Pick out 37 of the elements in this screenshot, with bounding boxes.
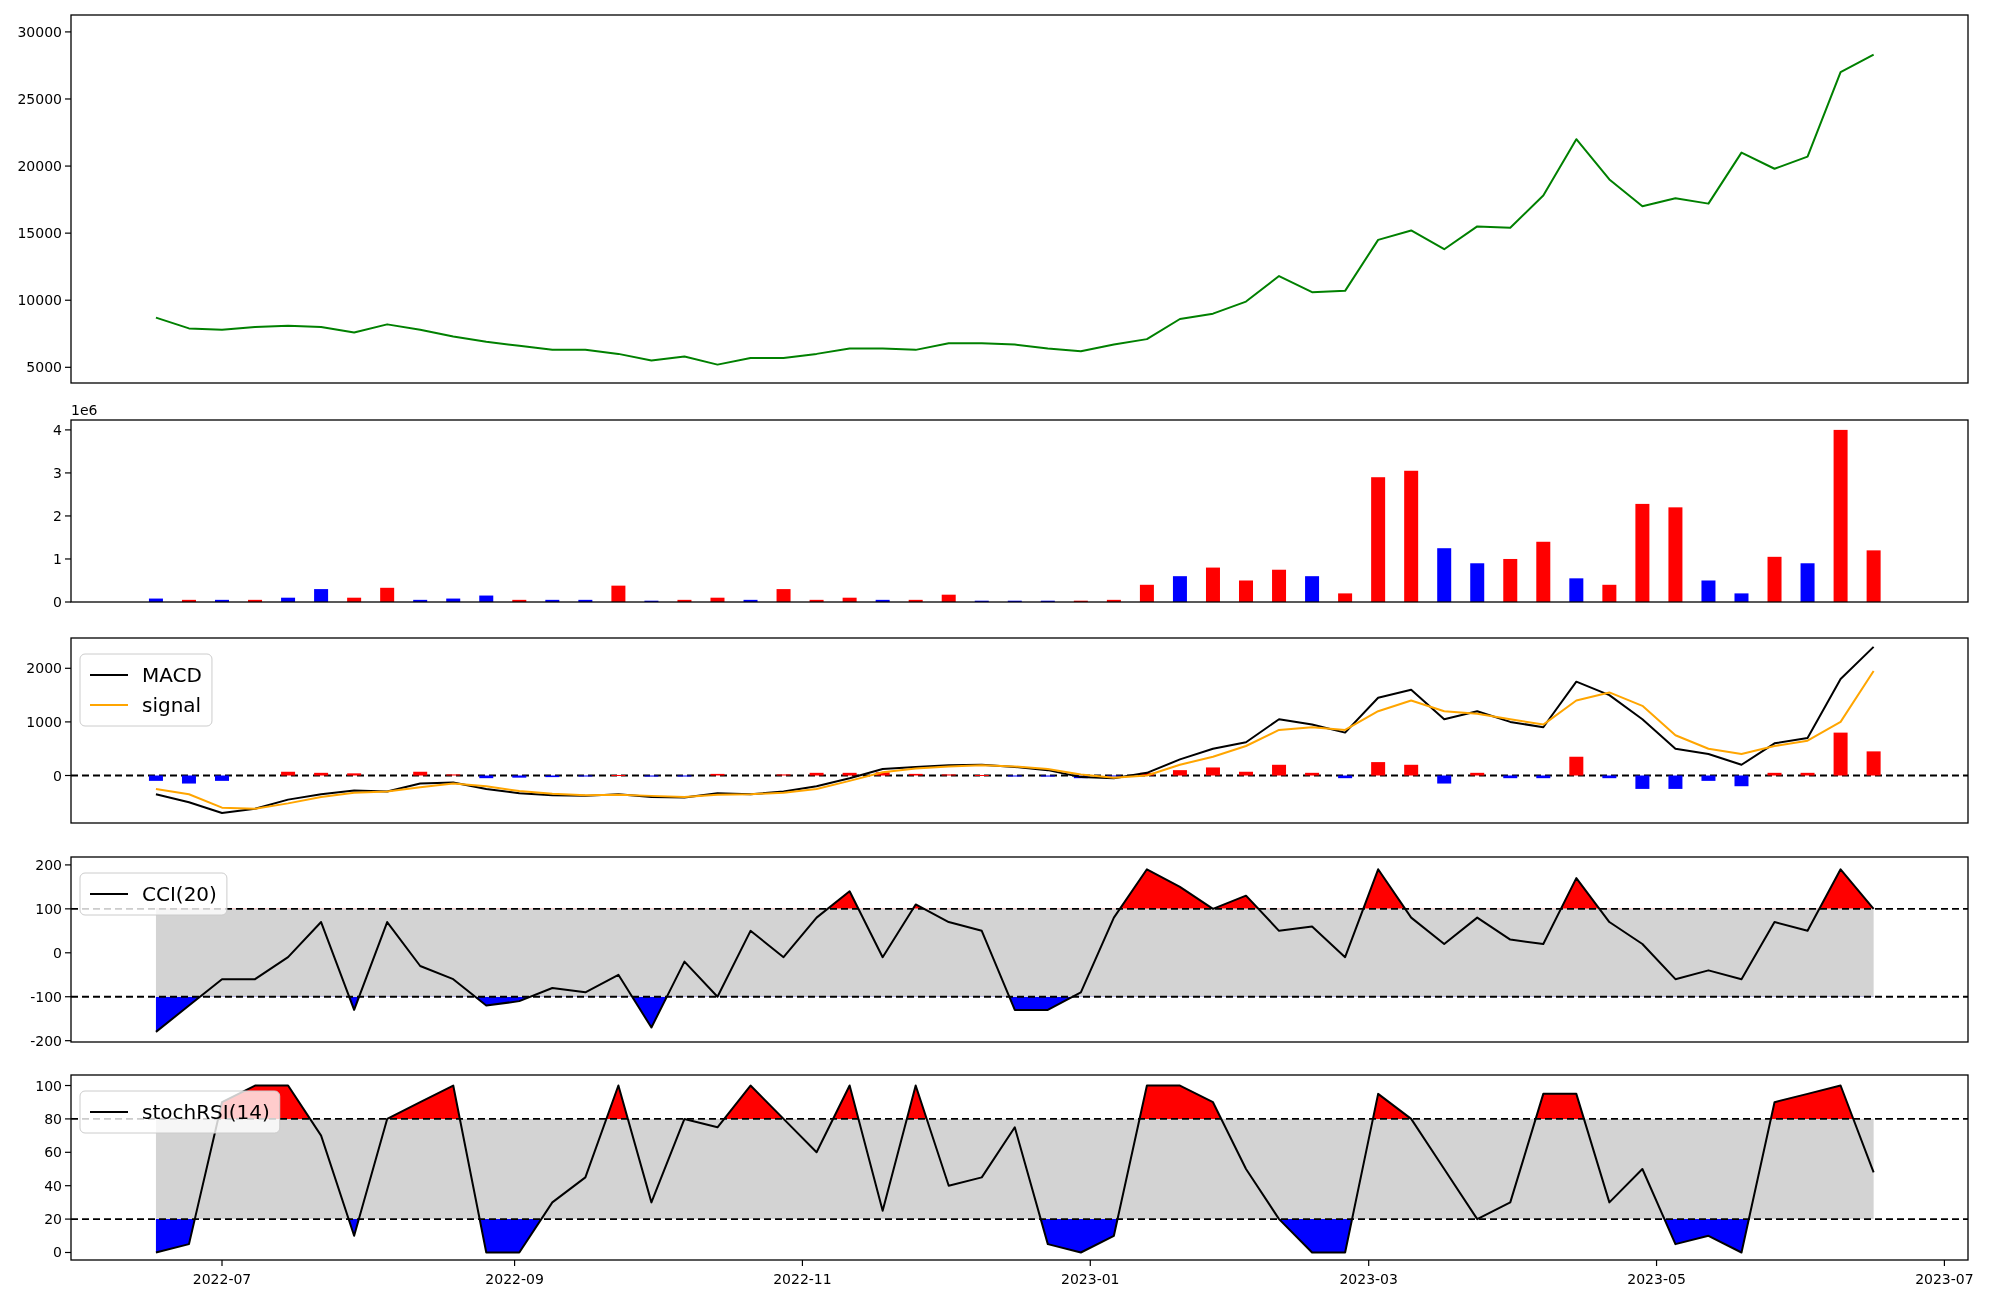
tick-label: 2023-05	[1627, 1271, 1686, 1287]
tick-label: 1	[53, 550, 62, 567]
tick-label: 2022-11	[773, 1271, 832, 1287]
tick-label: 2023-07	[1915, 1271, 1974, 1287]
tick-label: 100	[35, 1077, 62, 1094]
tick-label: 15000	[17, 225, 62, 242]
tick-label: 2023-03	[1339, 1271, 1398, 1287]
tick-label: 5000	[26, 359, 62, 376]
legend-label: CCI(20)	[142, 882, 217, 906]
tick-label: 3	[53, 464, 62, 481]
tick-label: -200	[30, 1032, 62, 1049]
tick-label: 25000	[17, 91, 62, 107]
tick-label: 200	[35, 856, 62, 873]
tick-label: 1000	[26, 713, 62, 730]
tick-label: -100	[30, 988, 62, 1005]
axis-offset-label: 1e6	[71, 402, 98, 418]
tick-label: 10000	[17, 292, 62, 309]
tick-label: 0	[53, 594, 62, 610]
tick-label: 60	[44, 1144, 62, 1161]
tick-label: 2023-01	[1061, 1271, 1120, 1287]
legend-label: stochRSI(14)	[142, 1100, 270, 1124]
tick-label: 40	[44, 1177, 62, 1194]
tick-label: 20	[44, 1211, 62, 1228]
tick-label: 2000	[26, 660, 62, 677]
tick-label: 0	[53, 1244, 62, 1261]
tick-label: 2022-09	[485, 1271, 544, 1287]
legend-label: signal	[142, 693, 202, 717]
tick-label: 100	[35, 900, 62, 917]
tick-label: 4	[53, 421, 62, 438]
tick-label: 30000	[17, 23, 62, 40]
tick-label: 80	[44, 1110, 62, 1127]
tick-label: 2	[53, 507, 62, 524]
legend-label: MACD	[142, 663, 202, 687]
tick-label: 0	[53, 767, 62, 784]
tick-label: 0	[53, 944, 62, 961]
tick-label: 20000	[17, 158, 62, 175]
tick-label: 2022-07	[192, 1271, 252, 1287]
